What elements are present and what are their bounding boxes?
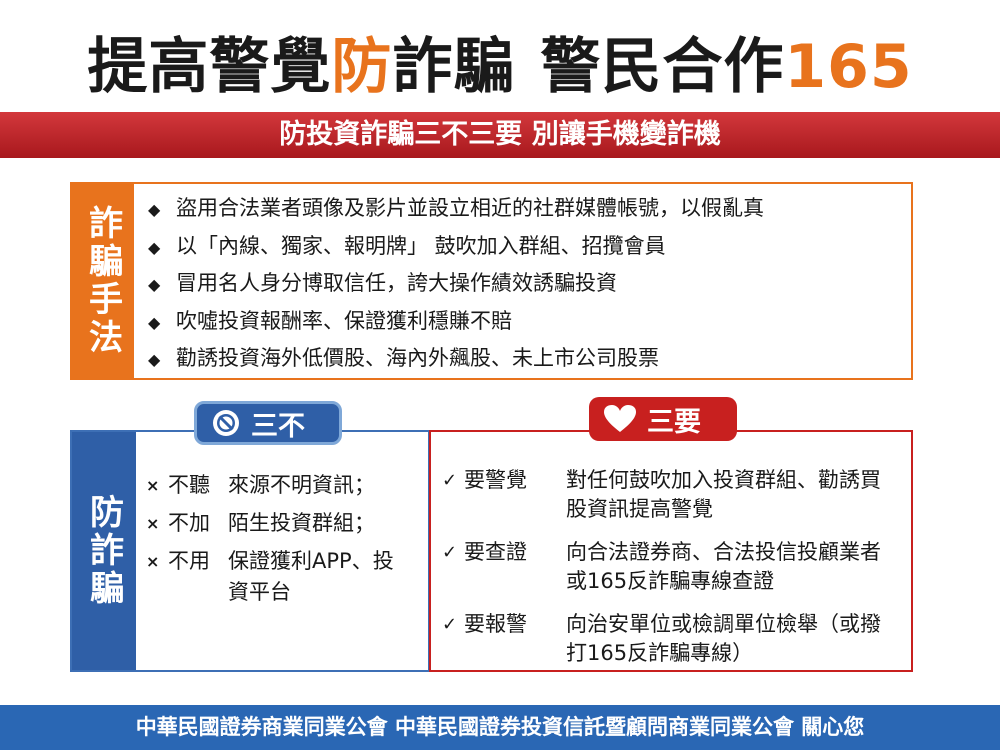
title-part2: 詐騙 xyxy=(392,32,515,102)
title-number: 165 xyxy=(784,32,913,102)
title-highlight: 防 xyxy=(331,32,393,102)
title-part1: 提高警覺 xyxy=(87,32,332,102)
diamond-bullet-icon: ◆ xyxy=(148,312,161,332)
cross-icon: × xyxy=(146,476,160,495)
list-item: × 不加 陌生投資群組； xyxy=(146,508,398,539)
list-item: × 不用 保證獲利APP、投資平台 xyxy=(146,546,398,608)
footer-sponsors: 中華民國證券商業同業公會 中華民國證券投資信託暨顧問商業同業公會 關心您 xyxy=(0,705,1000,750)
list-item: × 不聽 來源不明資訊； xyxy=(146,470,398,501)
list-item: ◆ 以「內線、獨家、報明牌」 鼓吹加入群組、招攬會員 xyxy=(148,228,764,266)
heart-icon xyxy=(604,405,636,432)
list-item: ✓ 要報警 向治安單位或檢調單位檢舉（或撥打165反詐騙專線） xyxy=(442,610,896,668)
diamond-bullet-icon: ◆ xyxy=(148,350,161,369)
prohibited-icon xyxy=(213,410,239,436)
cross-icon: × xyxy=(146,552,160,571)
diamond-bullet-icon: ◆ xyxy=(148,275,161,294)
poster-title: 提高警覺防詐騙 警民合作165 xyxy=(0,18,1000,105)
fraud-methods-label: 詐騙手法 xyxy=(72,184,134,378)
list-item: ✓ 要警覺 對任何鼓吹加入投資群組、勸誘買股資訊提高警覺 xyxy=(442,466,896,524)
fraud-methods-box: 詐騙手法 ◆ 盜用合法業者頭像及影片並設立相近的社群媒體帳號，以假亂真 ◆ 以「內線… xyxy=(70,182,913,380)
diamond-bullet-icon: ◆ xyxy=(148,237,161,257)
list-item: ◆ 冒用名人身分博取信任，誇大操作績效誘騙投資 xyxy=(148,265,764,303)
diamond-bullet-icon: ◆ xyxy=(148,200,161,219)
list-item: ◆ 吹噓投資報酬率、保證獲利穩賺不賠 xyxy=(148,303,764,341)
subtitle-banner: 防投資詐騙三不三要 別讓手機變詐機 xyxy=(0,112,1000,158)
list-item: ✓ 要查證 向合法證券商、合法投信投顧業者或165反詐騙專線查證 xyxy=(442,538,896,596)
list-item: ◆ 勸誘投資海外低價股、海內外飆股、未上市公司股票 xyxy=(148,340,764,378)
three-yes-badge: 三要 xyxy=(589,397,737,441)
three-no-list: × 不聽 來源不明資訊； × 不加 陌生投資群組； × 不用 保證獲利APP、投資平台 xyxy=(146,470,398,615)
list-item: ◆ 盜用合法業者頭像及影片並設立相近的社群媒體帳號，以假亂真 xyxy=(148,190,764,228)
three-no-title: 三不 xyxy=(251,410,305,442)
cross-icon: × xyxy=(146,514,160,533)
prevent-fraud-label: 防詐騙 xyxy=(72,432,136,670)
three-yes-list: ✓ 要警覺 對任何鼓吹加入投資群組、勸誘買股資訊提高警覺 ✓ 要查證 向合法證券商、合法… xyxy=(442,466,896,682)
fraud-methods-list: ◆ 盜用合法業者頭像及影片並設立相近的社群媒體帳號，以假亂真 ◆ 以「內線、獨家、報… xyxy=(148,190,764,378)
three-yes-title: 三要 xyxy=(647,406,701,438)
three-no-badge: 三不 xyxy=(194,401,342,445)
check-icon: ✓ xyxy=(442,542,458,563)
check-icon: ✓ xyxy=(442,614,458,635)
check-icon: ✓ xyxy=(442,470,458,491)
title-part3: 警民合作 xyxy=(540,32,785,102)
